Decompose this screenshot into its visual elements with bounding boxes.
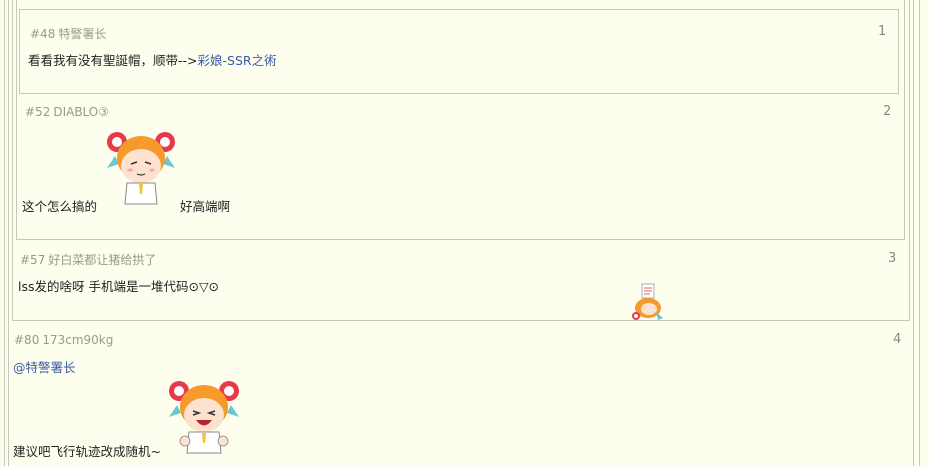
post-author[interactable]: #52 DIABLO③ bbox=[25, 105, 109, 119]
author-name[interactable]: 173cm90kg bbox=[42, 333, 113, 347]
post-content: 看看我有没有聖誕帽，顺带-->彩娘-SSR之術 bbox=[28, 50, 277, 69]
ac-girl-small-sticker bbox=[632, 283, 663, 320]
floor-number: 2 bbox=[883, 104, 892, 119]
post-text-after: 好高端啊 bbox=[180, 199, 231, 214]
post-number: #80 bbox=[14, 333, 40, 347]
post-content: 建议吧飞行轨迹改成随机~ bbox=[13, 444, 161, 459]
floor-number: 1 bbox=[878, 24, 887, 39]
post-link[interactable]: 彩娘-SSR之術 bbox=[198, 53, 277, 68]
post-text-before: 这个怎么搞的 bbox=[22, 199, 98, 214]
author-name[interactable]: 好白菜都让猪给拱了 bbox=[48, 253, 156, 267]
post-author[interactable]: #48 特警署长 bbox=[30, 25, 106, 42]
ac-girl-laugh-sticker bbox=[169, 381, 239, 454]
post-number: #48 bbox=[30, 27, 56, 41]
mention-link[interactable]: @特警署长 bbox=[13, 357, 76, 376]
post-number: #57 bbox=[20, 253, 46, 267]
post-number: #52 bbox=[25, 105, 51, 119]
author-name[interactable]: DIABLO③ bbox=[53, 105, 109, 119]
post-author[interactable]: #57 好白菜都让猪给拱了 bbox=[20, 251, 156, 268]
author-name[interactable]: 特警署长 bbox=[58, 27, 106, 41]
ac-girl-smug-sticker bbox=[107, 132, 175, 205]
post-text: 看看我有没有聖誕帽，顺带--> bbox=[28, 53, 198, 68]
floor-number: 4 bbox=[893, 332, 902, 347]
post-content: lss发的啥呀 手机端是一堆代码⊙▽⊙ bbox=[18, 279, 220, 294]
floor-number: 3 bbox=[888, 251, 897, 266]
post-author[interactable]: #80 173cm90kg bbox=[14, 333, 113, 347]
